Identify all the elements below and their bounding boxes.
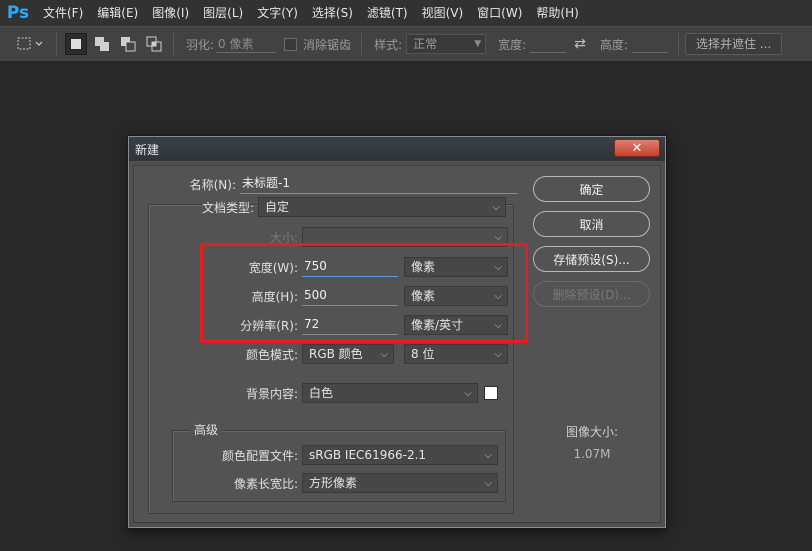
advanced-title: 高级 <box>190 421 223 438</box>
dialog-body: 名称(N): 未标题-1 文档类型: 自定 ⌵ 大小: ⌵ 宽度(W): 750 <box>133 165 661 523</box>
feather-label: 羽化: <box>186 37 215 52</box>
menu-image[interactable]: 图像(I) <box>145 0 196 26</box>
background-color-swatch[interactable] <box>484 386 498 400</box>
subtract-from-selection-icon[interactable] <box>117 33 139 55</box>
color-mode-row: 颜色模式: RGB 颜色 ⌵ 8 位 ⌵ <box>214 344 508 364</box>
style-select[interactable]: 正常 ▼ <box>406 34 487 54</box>
new-document-dialog: 新建 ✕ 名称(N): 未标题-1 文档类型: 自定 ⌵ 大小: ⌵ 宽度(W)… <box>128 136 666 528</box>
close-button[interactable]: ✕ <box>614 139 660 157</box>
menu-window[interactable]: 窗口(W) <box>470 0 529 26</box>
background-select[interactable]: 白色 ⌵ <box>302 383 478 403</box>
background-label: 背景内容: <box>245 386 298 401</box>
chevron-down-icon: ⌵ <box>484 478 492 489</box>
bit-depth-select[interactable]: 8 位 ⌵ <box>404 344 508 364</box>
chevron-down-icon: ⌵ <box>492 202 500 213</box>
color-mode-value: RGB 颜色 <box>309 347 363 361</box>
select-and-mask-button[interactable]: 选择并遮住 ... <box>684 33 783 55</box>
color-mode-label: 颜色模式: <box>245 347 298 362</box>
doc-type-select[interactable]: 自定 ⌵ <box>258 197 506 217</box>
height-input[interactable] <box>631 35 668 53</box>
dialog-title-bar[interactable]: 新建 ✕ <box>129 137 665 161</box>
new-selection-icon[interactable] <box>65 33 87 55</box>
chevron-down-icon: ⌵ <box>494 349 502 360</box>
width-input[interactable] <box>530 35 567 53</box>
options-separator <box>361 33 363 55</box>
color-profile-value: sRGB IEC61966-2.1 <box>309 448 427 462</box>
highlight-box <box>200 243 528 343</box>
options-bar: 羽化: 0 像素 消除锯齿 样式: 正常 ▼ 宽度: ⇄ 高度: 选择并遮住 .… <box>0 26 812 62</box>
chevron-down-icon: ⌵ <box>380 349 388 360</box>
doc-type-row: 文档类型: 自定 ⌵ <box>164 197 506 217</box>
color-profile-select[interactable]: sRGB IEC61966-2.1 ⌵ <box>302 445 498 465</box>
close-icon: ✕ <box>631 140 643 156</box>
color-profile-row: 颜色配置文件: sRGB IEC61966-2.1 ⌵ <box>174 445 498 465</box>
pixel-aspect-row: 像素长宽比: 方形像素 ⌵ <box>174 473 498 493</box>
menu-bar: Ps 文件(F) 编辑(E) 图像(I) 图层(L) 文字(Y) 选择(S) 滤… <box>0 0 812 26</box>
chevron-down-icon: ▼ <box>474 39 482 49</box>
ok-button[interactable]: 确定 <box>533 176 650 202</box>
color-profile-label: 颜色配置文件: <box>221 448 298 463</box>
menu-filter[interactable]: 滤镜(T) <box>360 0 415 26</box>
menu-view[interactable]: 视图(V) <box>415 0 471 26</box>
add-to-selection-icon[interactable] <box>91 33 113 55</box>
style-select-value: 正常 <box>413 37 438 51</box>
width-label: 宽度: <box>498 37 527 52</box>
name-label: 名称(N): <box>189 177 236 192</box>
options-separator <box>56 33 57 55</box>
image-size-label: 图像大小: <box>565 425 619 439</box>
save-preset-button[interactable]: 存储预设(S)... <box>533 246 650 272</box>
chevron-down-icon: ⌵ <box>484 450 492 461</box>
chevron-down-icon: ⌵ <box>464 388 472 399</box>
name-row: 名称(N): 未标题-1 <box>174 174 518 194</box>
name-input[interactable]: 未标题-1 <box>240 174 518 194</box>
delete-preset-button: 删除预设(D)... <box>533 281 650 307</box>
menu-layer[interactable]: 图层(L) <box>196 0 250 26</box>
photoshop-logo: Ps <box>6 3 30 23</box>
dialog-title: 新建 <box>135 142 160 157</box>
options-separator <box>173 33 174 55</box>
marquee-tool-preset-icon[interactable] <box>14 33 48 55</box>
menu-file[interactable]: 文件(F) <box>36 0 90 26</box>
menu-help[interactable]: 帮助(H) <box>529 0 585 26</box>
intersect-selection-icon[interactable] <box>143 33 165 55</box>
antialias-checkbox[interactable] <box>284 37 298 51</box>
doc-type-value: 自定 <box>265 200 290 214</box>
background-row: 背景内容: 白色 ⌵ <box>214 383 478 403</box>
bit-depth-value: 8 位 <box>411 347 435 361</box>
doc-type-label: 文档类型: <box>201 200 254 215</box>
image-size-value: 1.07M <box>573 447 611 461</box>
pixel-aspect-value: 方形像素 <box>309 476 358 490</box>
options-separator <box>677 33 679 55</box>
swap-dimensions-icon[interactable]: ⇄ <box>574 36 586 52</box>
pixel-aspect-label: 像素长宽比: <box>233 476 298 491</box>
antialias-label: 消除锯齿 <box>303 37 352 52</box>
style-label: 样式: <box>374 37 403 52</box>
menu-type[interactable]: 文字(Y) <box>250 0 305 26</box>
feather-input[interactable]: 0 像素 <box>216 35 277 53</box>
pixel-aspect-select[interactable]: 方形像素 ⌵ <box>302 473 498 493</box>
height-label: 高度: <box>599 37 628 52</box>
menu-edit[interactable]: 编辑(E) <box>90 0 145 26</box>
color-mode-select[interactable]: RGB 颜色 ⌵ <box>302 344 394 364</box>
menu-select[interactable]: 选择(S) <box>305 0 360 26</box>
cancel-button[interactable]: 取消 <box>533 211 650 237</box>
background-value: 白色 <box>309 386 334 400</box>
